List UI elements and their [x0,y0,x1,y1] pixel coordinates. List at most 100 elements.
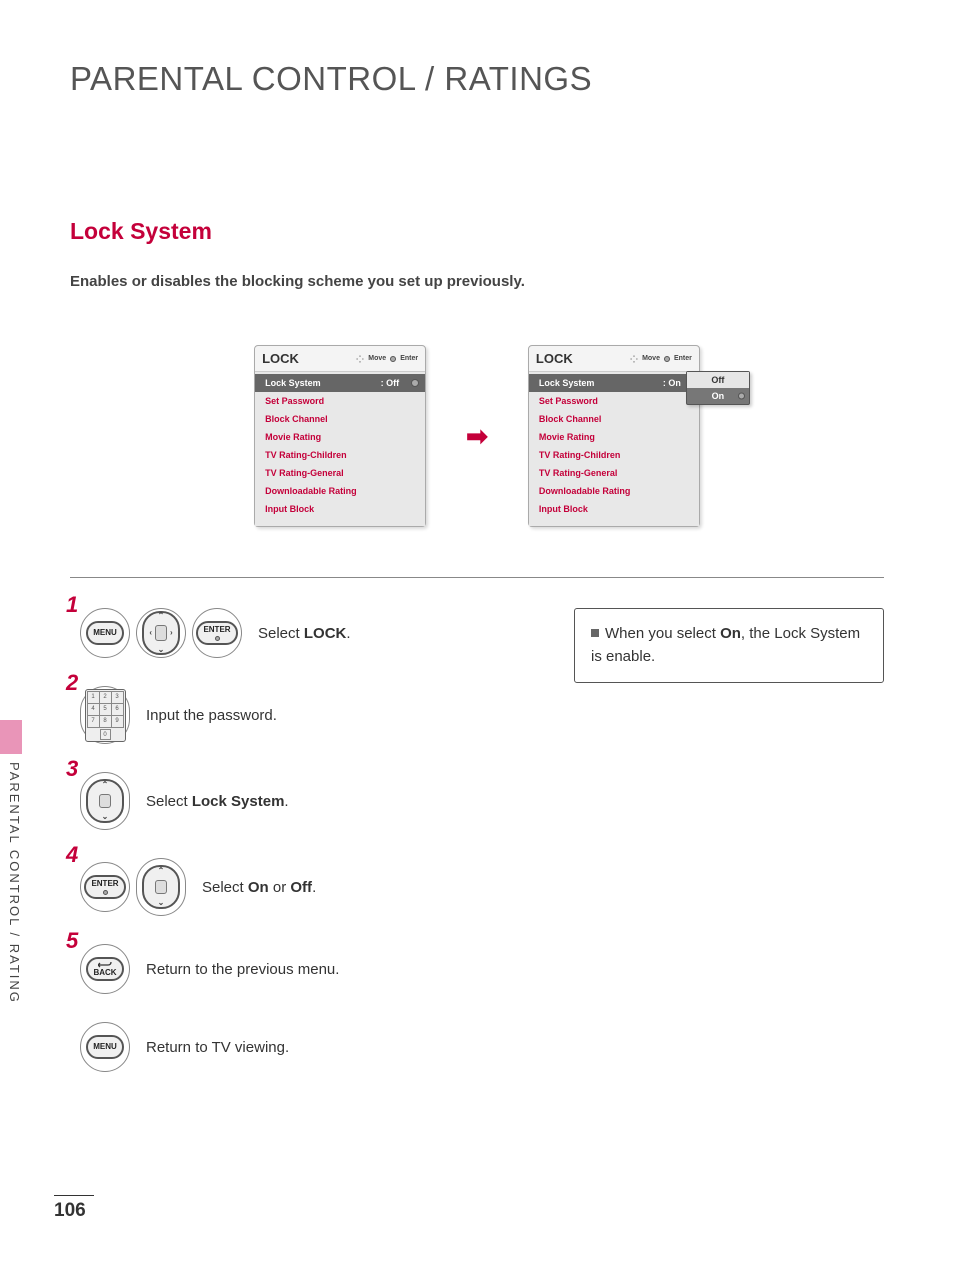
osd-item[interactable]: Set Password [529,392,699,410]
back-button-label: BACK [93,969,116,977]
menu-button[interactable]: MENU [86,621,124,645]
up-down-button[interactable]: ⌃ ⌄ [142,865,180,909]
side-tab: PARENTAL CONTROL / RATING [0,720,22,990]
enter-dot-icon [390,356,396,362]
osd-item[interactable]: Input Block [255,500,425,518]
osd-item[interactable]: TV Rating-Children [529,446,699,464]
step-text: Select On or Off. [202,879,316,896]
osd-title: LOCK [536,351,573,366]
step-number: 1 [66,592,78,618]
step-text: Select Lock System. [146,793,289,810]
step-menu-return: MENU Return to TV viewing. [70,1022,544,1072]
osd-menu-before: LOCK Move Enter Lock System : Off Set Pa… [254,345,426,527]
button-ring: ENTER [80,862,130,912]
step-number: 4 [66,842,78,868]
page-title: PARENTAL CONTROL / RATINGS [70,60,884,98]
menu-button[interactable]: MENU [86,1035,124,1059]
dpad-button[interactable]: ⌃ ‹ › ⌄ [142,611,180,655]
hint-enter: Enter [674,355,692,362]
button-ring: ⌃ ⌄ [136,858,186,916]
step-text: Select LOCK. [258,625,351,642]
osd-item[interactable]: Downloadable Rating [529,482,699,500]
enter-dot-icon [103,890,108,895]
osd-title: LOCK [262,351,299,366]
osd-item[interactable]: Block Channel [529,410,699,428]
osd-item[interactable]: Input Block [529,500,699,518]
chevron-up-icon: ⌃ [102,781,109,789]
dpad-center [155,625,167,641]
osd-hints: Move Enter [630,355,692,363]
divider [70,577,884,578]
step-number: 3 [66,756,78,782]
button-ring: ⌃ ‹ › ⌄ [136,608,186,658]
hint-move: Move [368,355,386,362]
enter-button-label: ENTER [91,880,118,888]
chevron-down-icon: ⌄ [102,813,109,821]
numpad-button[interactable]: 123 456 789 0 [85,689,126,742]
enter-button-label: ENTER [203,626,230,634]
bullet-icon [591,629,599,637]
popup-option-on[interactable]: On [687,388,749,404]
button-ring: BACK [80,944,130,994]
osd-item-label: Lock System [265,378,321,388]
osd-item-value: : On [663,378,681,388]
osd-item-selected[interactable]: Lock System : On [529,374,699,392]
step-text: Return to TV viewing. [146,1039,289,1056]
side-tab-label: PARENTAL CONTROL / RATING [0,762,22,1004]
osd-item[interactable]: Movie Rating [255,428,425,446]
osd-hints: Move Enter [356,355,418,363]
osd-item-selected[interactable]: Lock System : Off [255,374,425,392]
enter-button[interactable]: ENTER [196,621,237,645]
osd-screenshots-row: LOCK Move Enter Lock System : Off Set Pa… [70,345,884,527]
popup-option-off[interactable]: Off [687,372,749,388]
page-number: 106 [54,1195,94,1222]
osd-item-label: Lock System [539,378,595,388]
osd-header: LOCK Move Enter [529,346,699,371]
osd-header: LOCK Move Enter [255,346,425,371]
side-tab-accent [0,720,22,754]
button-ring: MENU [80,608,130,658]
step-text: Input the password. [146,707,277,724]
enter-dot-icon [738,393,745,400]
osd-item[interactable]: Set Password [255,392,425,410]
chevron-up-icon: ⌃ [158,612,165,620]
chevron-left-icon: ‹ [149,629,152,637]
back-button[interactable]: BACK [86,957,124,981]
up-down-button[interactable]: ⌃ ⌄ [86,779,124,823]
dpad-row: ‹ › [149,625,172,641]
enter-button[interactable]: ENTER [84,875,125,899]
enter-dot-icon [215,636,220,641]
steps-column: 1 MENU ⌃ ‹ › ⌄ [70,608,544,1100]
step-text: Return to the previous menu. [146,961,339,978]
osd-item[interactable]: TV Rating-Children [255,446,425,464]
arrow-right-icon: ➡ [466,421,488,452]
enter-dot-icon [664,356,670,362]
dpad-center [99,794,111,808]
osd-item[interactable]: TV Rating-General [529,464,699,482]
osd-body: Lock System : On Set Password Block Chan… [529,371,699,526]
popup-option-label: On [712,391,725,401]
section-title: Lock System [70,218,884,245]
chevron-down-icon: ⌄ [158,646,165,654]
step-2: 2 123 456 789 0 Input the password. [70,686,544,744]
osd-item-value: : Off [381,378,400,388]
hint-enter: Enter [400,355,418,362]
step-3: 3 ⌃ ⌄ Select Lock System. [70,772,544,830]
button-ring: ENTER [192,608,242,658]
osd-item[interactable]: Movie Rating [529,428,699,446]
button-ring: ⌃ ⌄ [80,772,130,830]
osd-item[interactable]: Downloadable Rating [255,482,425,500]
osd-popup: Off On [686,371,750,405]
move-icon [630,355,638,363]
step-5: 5 BACK Return to the previous menu. [70,944,544,994]
osd-body: Lock System : Off Set Password Block Cha… [255,371,425,526]
osd-item[interactable]: TV Rating-General [255,464,425,482]
osd-item[interactable]: Block Channel [255,410,425,428]
move-icon [356,355,364,363]
step-number: 5 [66,928,78,954]
enter-dot-icon [411,379,419,387]
button-ring: MENU [80,1022,130,1072]
step-4: 4 ENTER ⌃ ⌄ Select On or Off. [70,858,544,916]
section-description: Enables or disables the blocking scheme … [70,273,884,290]
note-box: When you select On, the Lock System is e… [574,608,884,683]
